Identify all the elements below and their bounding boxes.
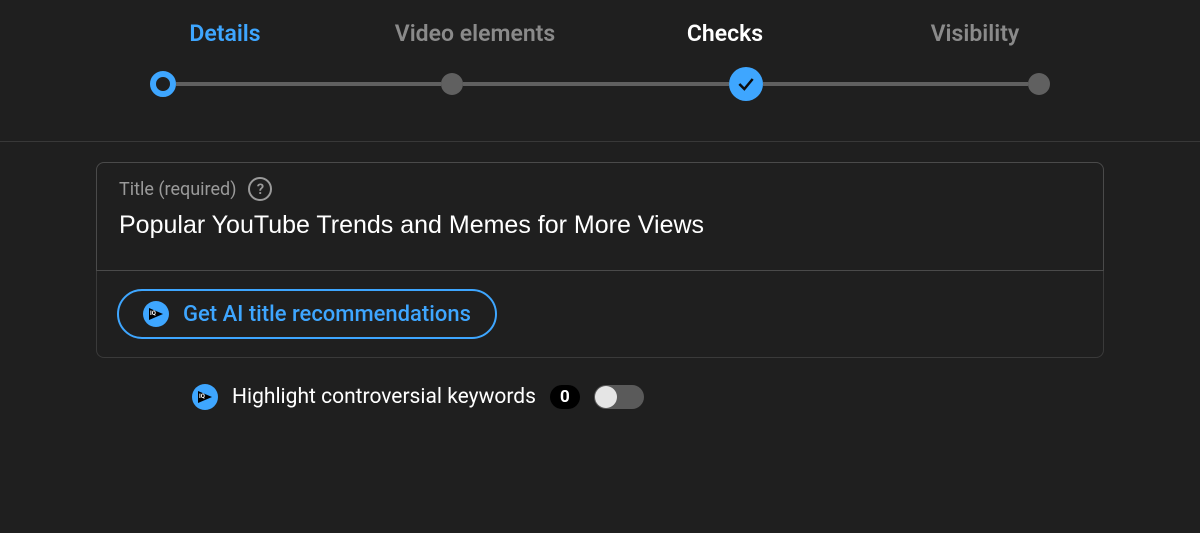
step-video-elements[interactable]: Video elements [350, 20, 600, 47]
stepper: Details Video elements Checks Visibility [0, 0, 1200, 142]
title-field-card: Title (required) ? [96, 162, 1104, 271]
keyword-count-badge: 0 [550, 385, 580, 409]
step-checks[interactable]: Checks [600, 20, 850, 47]
stepper-track [150, 67, 1050, 101]
highlight-keywords-label: Highlight controversial keywords [232, 385, 536, 409]
step-details[interactable]: Details [100, 20, 350, 47]
toggle-knob [595, 386, 617, 408]
ai-button-label: Get AI title recommendations [183, 302, 471, 327]
step-dot-visibility[interactable] [1028, 73, 1050, 95]
title-field-label: Title (required) [119, 179, 236, 200]
help-icon[interactable]: ? [248, 177, 272, 201]
iq-flag-icon: IQ [192, 384, 218, 410]
step-visibility[interactable]: Visibility [850, 20, 1100, 47]
highlight-keywords-row: IQ Highlight controversial keywords 0 [192, 384, 1104, 410]
title-input[interactable] [119, 211, 1081, 240]
step-dot-video-elements[interactable] [441, 73, 463, 95]
check-icon [736, 74, 756, 94]
step-dot-details[interactable] [150, 71, 176, 97]
ai-recommendations-row: IQ Get AI title recommendations [96, 271, 1104, 358]
step-dot-checks[interactable] [729, 67, 763, 101]
get-ai-title-button[interactable]: IQ Get AI title recommendations [117, 289, 497, 339]
highlight-keywords-toggle[interactable] [594, 385, 644, 409]
iq-flag-icon: IQ [143, 301, 169, 327]
